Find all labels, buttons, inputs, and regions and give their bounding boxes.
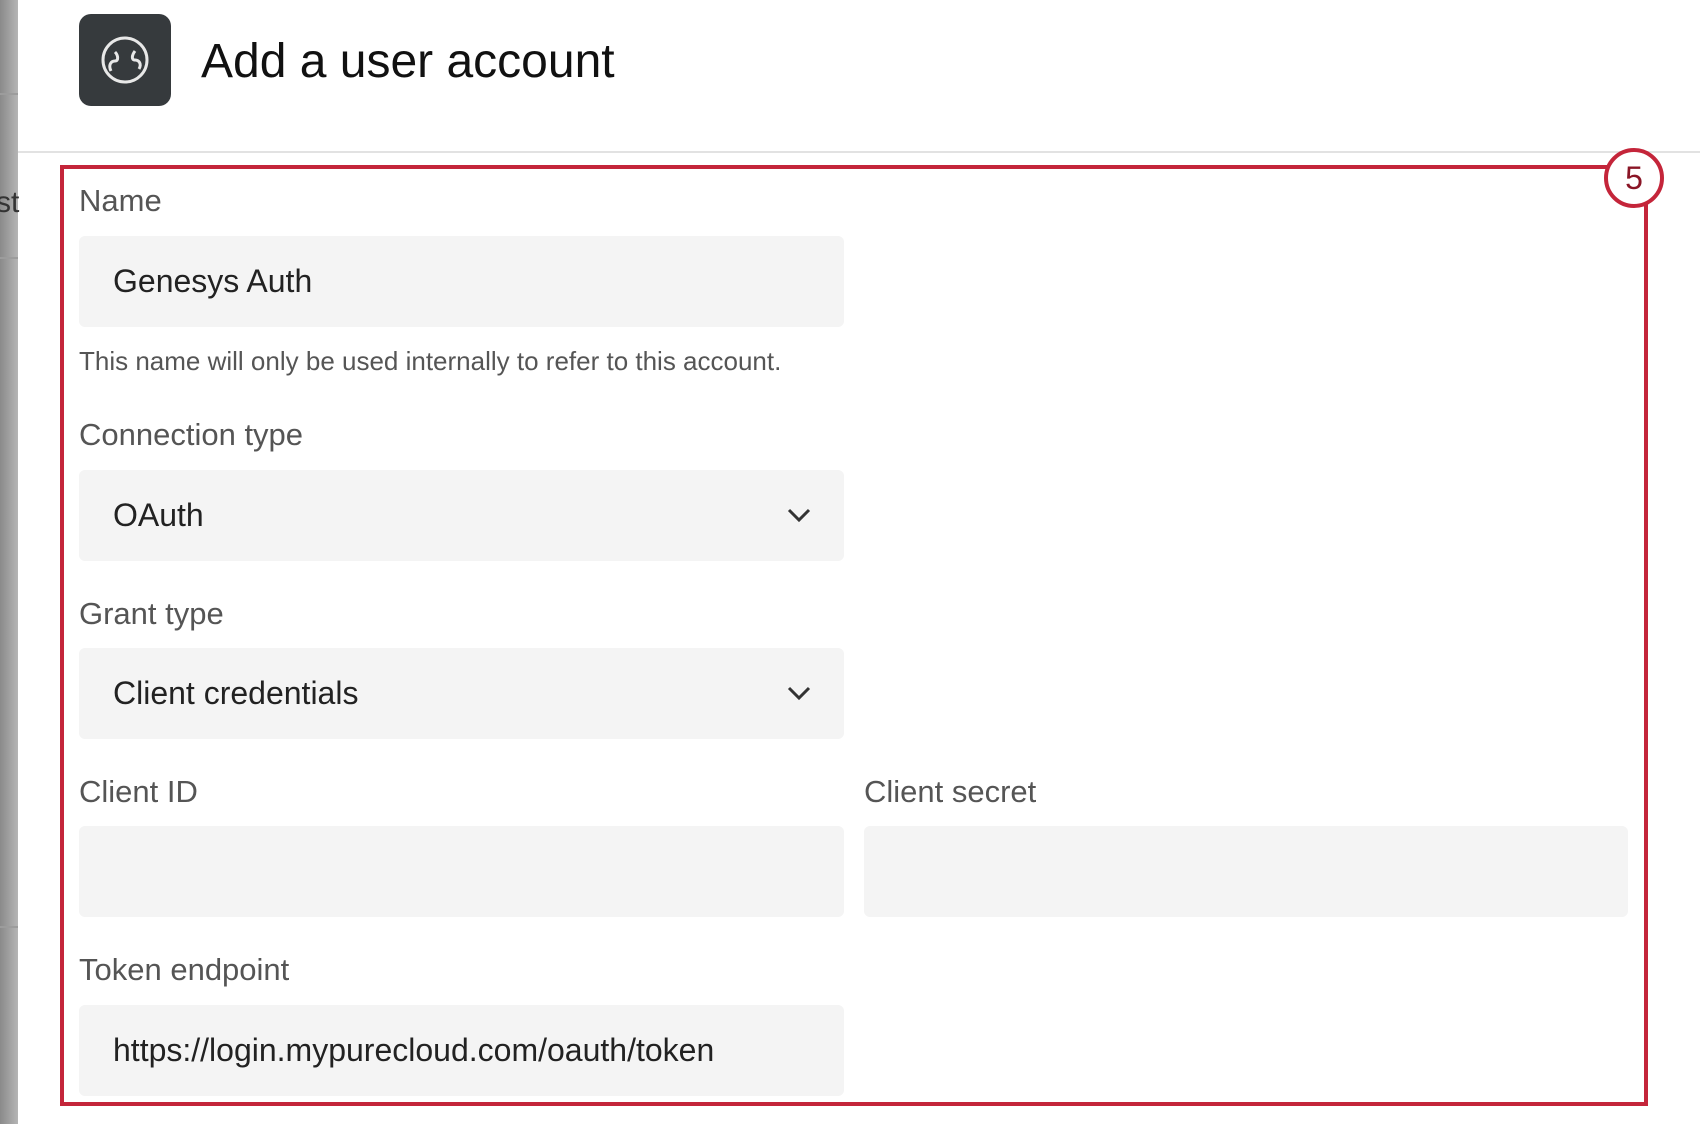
connection-type-select[interactable]: OAuth	[79, 470, 844, 561]
grant-type-select[interactable]: Client credentials	[79, 648, 844, 739]
globe-icon	[79, 14, 171, 106]
name-input[interactable]: Genesys Auth	[79, 236, 844, 327]
client-id-input[interactable]	[79, 826, 844, 917]
page-title: Add a user account	[201, 34, 615, 89]
token-endpoint-input[interactable]: https://login.mypurecloud.com/oauth/toke…	[79, 1005, 844, 1096]
client-id-label: Client ID	[79, 774, 198, 810]
header-divider	[18, 151, 1700, 153]
divider	[0, 926, 18, 928]
connection-type-value: OAuth	[113, 497, 204, 534]
name-label: Name	[79, 183, 162, 219]
background-sidebar: st	[0, 0, 18, 1124]
divider	[0, 257, 18, 259]
sidebar-text-fragment: st	[0, 186, 19, 220]
token-endpoint-label: Token endpoint	[79, 952, 289, 988]
connection-type-label: Connection type	[79, 417, 303, 453]
grant-type-value: Client credentials	[113, 675, 358, 712]
step-badge: 5	[1604, 148, 1664, 208]
divider	[0, 93, 18, 95]
client-secret-label: Client secret	[864, 774, 1036, 810]
grant-type-label: Grant type	[79, 596, 224, 632]
client-secret-input[interactable]	[864, 826, 1628, 917]
name-help-text: This name will only be used internally t…	[79, 346, 781, 377]
chevron-down-icon	[784, 500, 814, 530]
chevron-down-icon	[784, 678, 814, 708]
